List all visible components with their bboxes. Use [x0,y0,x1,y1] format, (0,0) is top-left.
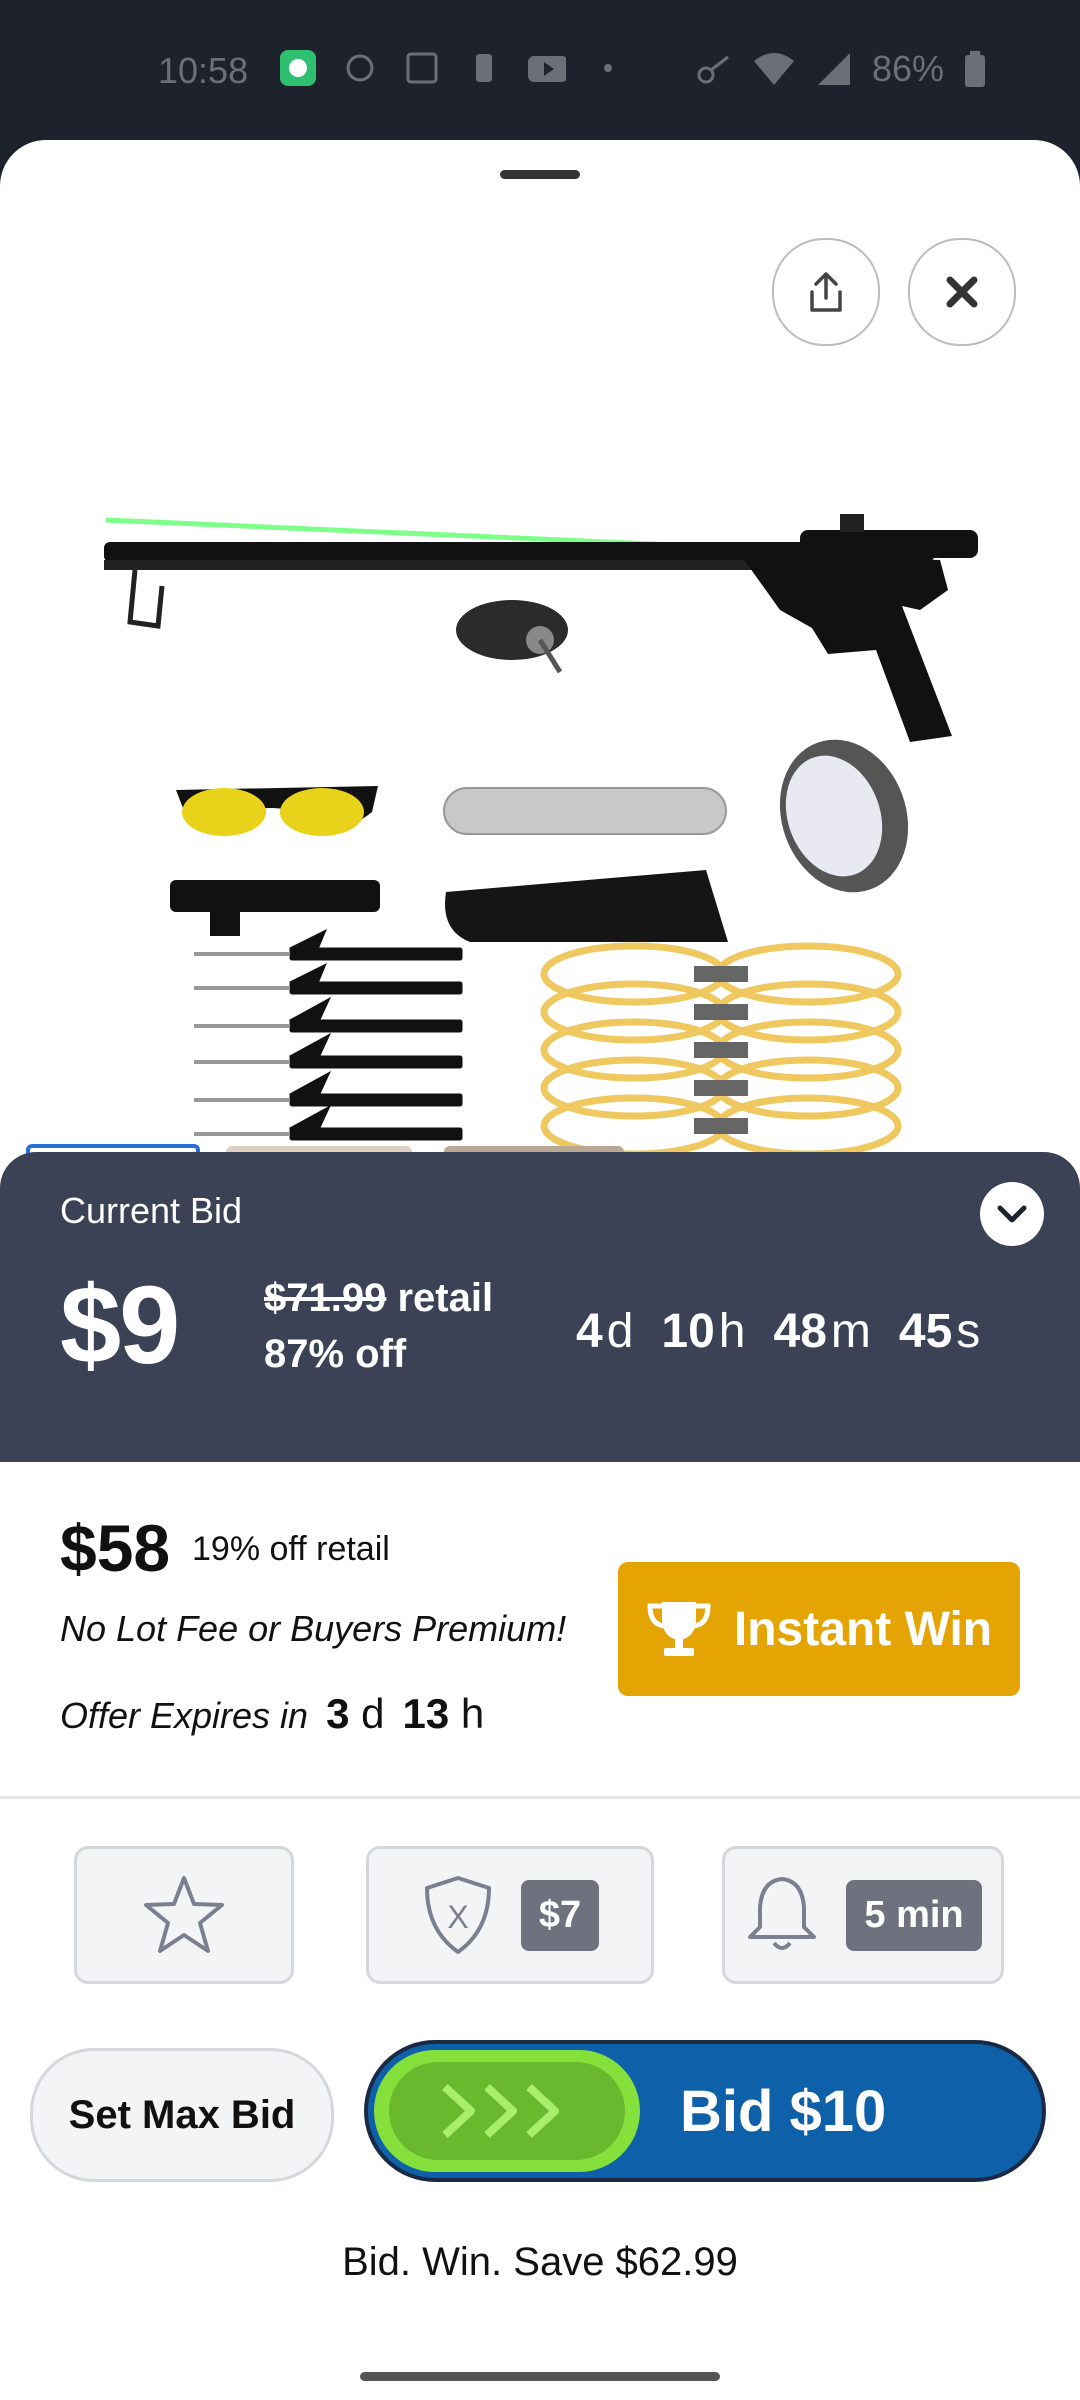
product-image[interactable] [0,230,1080,1230]
svg-text:X: X [447,1899,468,1935]
status-time: 10:58 [158,50,249,91]
battery-icon [965,51,985,87]
collapse-panel-button[interactable] [980,1182,1044,1246]
timer-seconds: 45 [898,1305,953,1358]
star-icon [144,1876,224,1953]
product-bottom-sheet: Current Bid $9 $71.99 retail 87% off 4d … [0,140,1080,2400]
savings-tagline: Bid. Win. Save $62.99 [342,2240,738,2284]
dot-icon [588,48,628,88]
messages-app-icon [278,48,318,88]
system-icons: 86% [694,48,988,90]
reminder-button[interactable]: 5 min [722,1846,1004,1984]
close-icon [946,276,978,308]
retail-info: $71.99 retail 87% off [264,1270,493,1382]
expires-hours: 13 [402,1690,450,1737]
share-icon [810,272,842,312]
set-max-bid-button[interactable]: Set Max Bid [30,2048,334,2182]
timer-days: 4 [576,1305,603,1358]
retail-price: $71.99 [264,1276,387,1320]
current-bid-label: Current Bid [60,1190,243,1231]
battery-percent: 86% [871,48,944,89]
bid-slider-button[interactable]: Bid $10 [364,2040,1046,2182]
shield-x-icon: X [424,1876,491,1954]
signal-icon [817,53,850,85]
current-bid-amount: $9 [60,1264,180,1387]
chevron-down-icon [997,1205,1027,1223]
divider [0,1796,1080,1799]
timer-hours-unit: h [718,1305,746,1358]
offer-expires: Offer Expires in 3 d 13 h [60,1690,484,1738]
instant-win-discount: 19% off retail [192,1530,390,1568]
device-icon [464,48,504,88]
protection-price: $7 [520,1879,600,1951]
discount-percent: 87% off [264,1332,407,1376]
home-indicator[interactable] [360,2372,720,2381]
timer-minutes-unit: m [830,1305,871,1358]
close-button[interactable] [908,238,1016,346]
expires-days: 3 [326,1690,350,1737]
instant-win-button[interactable]: Instant Win [618,1562,1020,1696]
timer-minutes: 48 [773,1305,827,1358]
timer-days-unit: d [606,1305,634,1358]
current-bid-panel: Current Bid $9 $71.99 retail 87% off 4d … [0,1152,1080,1462]
drag-handle[interactable] [500,170,580,179]
app-icon [340,48,380,88]
bell-icon [748,1877,817,1950]
notification-icons [278,48,628,88]
reminder-time: 5 min [846,1879,982,1951]
auction-countdown: 4d 10h 48m 45s [576,1304,980,1359]
no-fee-note: No Lot Fee or Buyers Premium! [60,1608,567,1649]
key-icon [697,55,729,84]
share-button[interactable] [772,238,880,346]
buyer-protection-button[interactable]: X $7 [366,1846,654,1984]
timer-seconds-unit: s [956,1305,981,1358]
status-bar: 10:58 86% [0,0,1080,140]
instant-win-price: $58 [60,1511,171,1585]
instant-win-label: Instant Win [733,1602,993,1656]
retail-label: retail [397,1276,494,1320]
slider-knob[interactable] [374,2050,640,2172]
instant-win-section: $58 19% off retail No Lot Fee or Buyers … [0,1462,1080,1792]
expires-label: Offer Expires in [60,1695,309,1736]
calendar-icon [402,48,442,88]
product-illustration [104,514,978,1158]
expires-hours-unit: h [460,1690,485,1737]
youtube-icon [526,48,566,88]
bid-amount-label: Bid $10 [680,2079,887,2144]
chevrons-right-icon [442,2084,559,2138]
expires-days-unit: d [361,1690,385,1737]
timer-hours: 10 [661,1305,715,1358]
wifi-icon [753,53,794,85]
trophy-icon [647,1602,711,1656]
watchlist-button[interactable] [74,1846,294,1984]
